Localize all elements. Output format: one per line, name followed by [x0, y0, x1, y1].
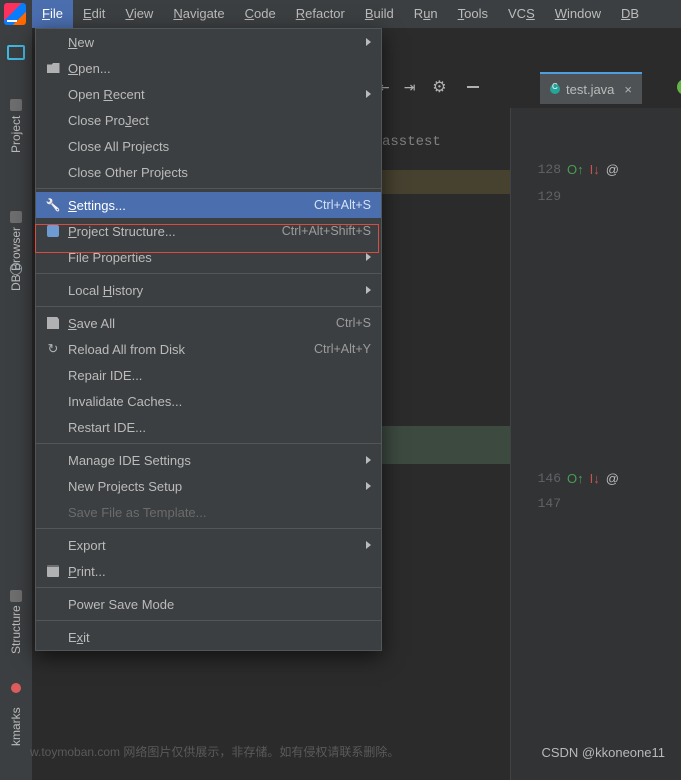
chevron-right-icon	[366, 286, 371, 294]
run-config-icon	[677, 79, 681, 95]
reload-icon	[44, 341, 62, 357]
chevron-right-icon	[366, 482, 371, 490]
chevron-right-icon	[366, 90, 371, 98]
line-number: 147	[531, 496, 561, 511]
watermark-source: w.toymoban.com 网络图片仅供展示，非存储。如有侵权请联系删除。	[30, 743, 399, 760]
menu-refactor[interactable]: Refactor	[286, 0, 355, 28]
close-icon[interactable]: ×	[624, 82, 632, 97]
shortcut-label: Ctrl+Alt+S	[314, 198, 371, 212]
menu-invalidate-caches[interactable]: . Invalidate Caches...	[36, 388, 381, 414]
menu-local-history[interactable]: . Local History	[36, 277, 381, 303]
implement-down-icon[interactable]: I↓	[590, 162, 600, 177]
override-up-icon[interactable]: O↑	[567, 471, 584, 486]
menu-new-projects-setup[interactable]: . New Projects Setup	[36, 473, 381, 499]
menu-repair-ide[interactable]: . Repair IDE...	[36, 362, 381, 388]
menu-code[interactable]: Code	[235, 0, 286, 28]
app-logo-icon	[4, 3, 26, 25]
watermark-author: CSDN @kkoneone11	[541, 745, 665, 760]
shortcut-label: Ctrl+Alt+Y	[314, 342, 371, 356]
project-icon	[44, 225, 62, 237]
menu-separator	[36, 443, 381, 444]
menu-separator	[36, 587, 381, 588]
editor-toolbar: ⇤ ⇥ ⚙	[378, 72, 483, 102]
folder-icon	[10, 99, 22, 111]
menu-export[interactable]: . Export	[36, 532, 381, 558]
tab-structure[interactable]: Structure	[0, 564, 32, 680]
chevron-right-icon	[366, 456, 371, 464]
line-number: 146	[531, 471, 561, 486]
menu-window[interactable]: Window	[545, 0, 611, 28]
menu-exit[interactable]: . Exit	[36, 624, 381, 650]
toolwindow-icon[interactable]	[6, 42, 26, 62]
shortcut-label: Ctrl+S	[336, 316, 371, 330]
minimize-icon[interactable]	[463, 77, 483, 97]
menu-open[interactable]: Open...	[36, 55, 381, 81]
menu-power-save-mode[interactable]: . Power Save Mode	[36, 591, 381, 617]
menu-tools[interactable]: Tools	[448, 0, 498, 28]
menu-close-other-projects[interactable]: . Close Other Projects	[36, 159, 381, 185]
gear-icon[interactable]: ⚙	[429, 77, 449, 97]
tab-label: test.java	[566, 82, 614, 97]
menu-settings[interactable]: Settings... Ctrl+Alt+S	[36, 192, 381, 218]
print-icon	[44, 565, 62, 577]
menu-separator	[36, 188, 381, 189]
menu-separator	[36, 273, 381, 274]
menu-reload-from-disk[interactable]: Reload All from Disk Ctrl+Alt+Y	[36, 336, 381, 362]
code-fragment: asstest	[382, 134, 441, 150]
chevron-right-icon	[366, 38, 371, 46]
save-icon	[44, 317, 62, 329]
menubar: File Edit View Navigate Code Refactor Bu…	[0, 0, 681, 29]
menu-open-recent[interactable]: . Open Recent	[36, 81, 381, 107]
menu-separator	[36, 620, 381, 621]
chevron-right-icon	[366, 253, 371, 261]
menu-separator	[36, 528, 381, 529]
gutter-row[interactable]: 129	[521, 183, 681, 209]
line-number: 129	[531, 189, 561, 204]
menu-manage-ide-settings[interactable]: . Manage IDE Settings	[36, 447, 381, 473]
menu-save-all[interactable]: Save All Ctrl+S	[36, 310, 381, 336]
editor-tab-partial[interactable]: S	[667, 72, 681, 102]
menu-view[interactable]: View	[115, 0, 163, 28]
menu-print[interactable]: Print...	[36, 558, 381, 584]
tab-project[interactable]: Project	[0, 78, 32, 174]
menu-save-file-as-template: . Save File as Template...	[36, 499, 381, 525]
gutter-row[interactable]: 146 O↑ I↓ @	[521, 465, 681, 491]
annotation-icon[interactable]: @	[606, 162, 619, 177]
java-class-icon	[550, 84, 560, 94]
meet-icon[interactable]: ◷	[6, 258, 26, 278]
file-menu: . New Open... . Open Recent . Close ProJ…	[35, 28, 382, 651]
gutter-row[interactable]: 147	[521, 490, 681, 516]
shortcut-label: Ctrl+Alt+Shift+S	[282, 224, 371, 238]
folder-icon	[44, 63, 62, 73]
menu-project-structure[interactable]: Project Structure... Ctrl+Alt+Shift+S	[36, 218, 381, 244]
tool-strip: Project DB Browser ◷ Structure kmarks	[0, 28, 33, 780]
implement-down-icon[interactable]: I↓	[590, 471, 600, 486]
menu-run[interactable]: Run	[404, 0, 448, 28]
chevron-right-icon	[366, 541, 371, 549]
menu-close-project[interactable]: . Close ProJect	[36, 107, 381, 133]
menu-file[interactable]: File	[32, 0, 73, 28]
menu-restart-ide[interactable]: . Restart IDE...	[36, 414, 381, 440]
menu-build[interactable]: Build	[355, 0, 404, 28]
menu-vcs[interactable]: VCS	[498, 0, 545, 28]
editor-tab-test-java[interactable]: test.java ×	[540, 72, 642, 104]
indent-right-icon[interactable]: ⇥	[404, 79, 416, 96]
tab-db-browser[interactable]: DB Browser	[0, 188, 32, 314]
menu-separator	[36, 306, 381, 307]
wrench-icon	[44, 198, 62, 212]
tab-bookmarks[interactable]: kmarks	[0, 674, 32, 780]
annotation-icon[interactable]: @	[606, 471, 619, 486]
db-icon	[10, 211, 22, 223]
menu-new[interactable]: . New	[36, 29, 381, 55]
menu-edit[interactable]: Edit	[73, 0, 115, 28]
override-up-icon[interactable]: O↑	[567, 162, 584, 177]
menu-db[interactable]: DB	[611, 0, 649, 28]
structure-icon	[10, 590, 22, 602]
gutter-row[interactable]: 128 O↑ I↓ @	[521, 156, 681, 182]
menu-file-properties[interactable]: . File Properties	[36, 244, 381, 270]
line-number: 128	[531, 162, 561, 177]
menu-close-all-projects[interactable]: . Close All Projects	[36, 133, 381, 159]
menu-navigate[interactable]: Navigate	[163, 0, 234, 28]
